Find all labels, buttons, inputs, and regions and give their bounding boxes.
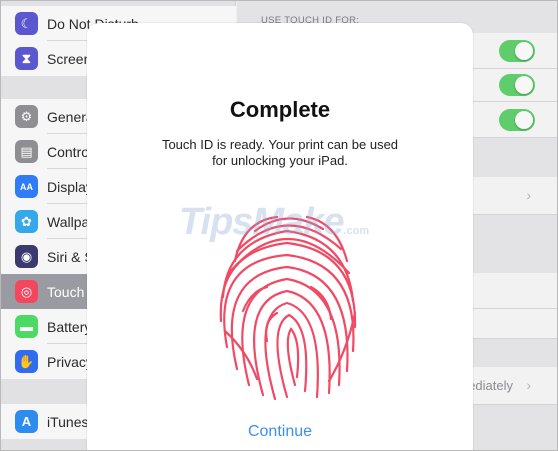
watermark-text: TipsMake bbox=[179, 201, 344, 243]
chevron-right-icon: › bbox=[526, 187, 531, 203]
continue-button[interactable]: Continue bbox=[87, 423, 473, 441]
autofill-toggle[interactable] bbox=[499, 109, 535, 131]
battery-icon: ▬ bbox=[15, 315, 38, 338]
chevron-right-icon: › bbox=[526, 377, 531, 393]
gear-icon: ⚙ bbox=[15, 105, 38, 128]
dialog-message: Touch ID is ready. Your print can be use… bbox=[127, 137, 433, 169]
dialog-message-line-1: Touch ID is ready. Your print can be use… bbox=[161, 137, 399, 152]
dialog-title: Complete bbox=[229, 97, 331, 122]
siri-icon: ◉ bbox=[15, 245, 38, 268]
watermark-suffix: .com bbox=[343, 225, 370, 237]
appstore-icon: A bbox=[15, 410, 38, 433]
unlock-toggle[interactable] bbox=[499, 40, 535, 62]
hourglass-icon: ⧗ bbox=[15, 47, 38, 70]
store-toggle[interactable] bbox=[499, 74, 535, 96]
require-passcode-value: ediately bbox=[468, 378, 513, 393]
sidebar-item-label: iTunes bbox=[47, 413, 89, 430]
fingerprint-icon: ◎ bbox=[15, 280, 38, 303]
moon-icon: ☾ bbox=[15, 12, 38, 35]
tipsmake-watermark: TipsMake.com bbox=[179, 201, 369, 244]
touch-id-complete-dialog: Complete Touch ID is ready. Your print c… bbox=[87, 23, 473, 450]
sidebar-item-label: Touch I bbox=[47, 283, 93, 300]
sidebar-item-label: Battery bbox=[47, 318, 92, 335]
sidebar-item-label: Screen bbox=[47, 50, 92, 67]
switches-icon: ▤ bbox=[15, 140, 38, 163]
hand-icon: ✋ bbox=[15, 350, 38, 373]
dialog-message-line-2: for unlocking your iPad. bbox=[212, 153, 348, 168]
display-icon: AA bbox=[15, 175, 38, 198]
screen: ☾ Do Not Disturb ⧗ Screen ⚙ Genera ▤ Con… bbox=[0, 0, 558, 451]
wallpaper-icon: ✿ bbox=[15, 210, 38, 233]
sidebar-item-label: Control bbox=[47, 143, 93, 160]
